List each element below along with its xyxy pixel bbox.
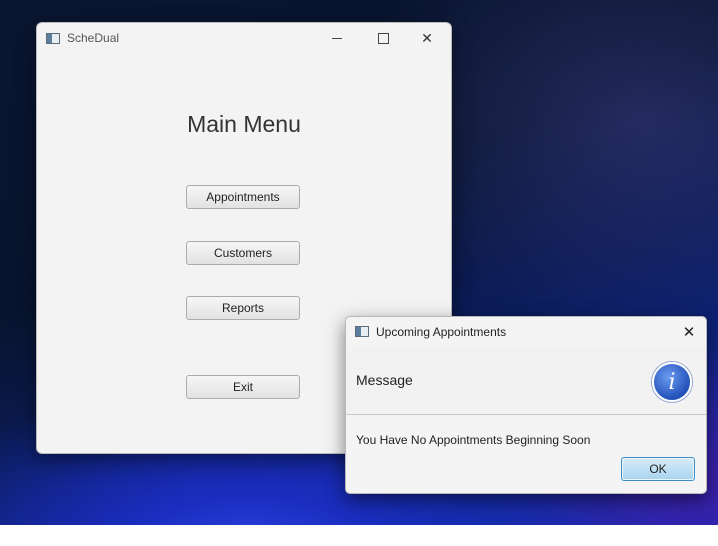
dialog-header: Message i <box>346 346 706 415</box>
close-icon: ✕ <box>682 323 696 341</box>
minimize-icon <box>332 37 342 39</box>
close-button[interactable]: ✕ <box>405 23 449 53</box>
app-icon <box>46 32 60 44</box>
dialog-title: Upcoming Appointments <box>376 324 507 339</box>
maximize-button[interactable] <box>361 23 405 53</box>
reports-button[interactable]: Reports <box>186 296 300 320</box>
ok-button[interactable]: OK <box>621 457 695 481</box>
page-title: Main Menu <box>187 111 301 137</box>
minimize-button[interactable] <box>315 23 359 53</box>
dialog-close-button[interactable]: ✕ <box>674 317 704 346</box>
exit-button[interactable]: Exit <box>186 375 300 399</box>
dialog-header-text: Message <box>356 372 413 388</box>
upcoming-appointments-dialog: Upcoming Appointments ✕ Message i You Ha… <box>345 316 707 494</box>
appointments-button[interactable]: Appointments <box>186 185 300 209</box>
close-icon: ✕ <box>421 29 433 46</box>
main-window-title: ScheDual <box>67 31 120 45</box>
maximize-icon <box>377 32 389 44</box>
customers-button[interactable]: Customers <box>186 241 300 265</box>
dialog-message: You Have No Appointments Beginning Soon <box>356 433 591 447</box>
dialog-titlebar[interactable]: Upcoming Appointments <box>346 317 706 346</box>
dialog-app-icon <box>355 326 369 337</box>
info-icon: i <box>652 362 692 402</box>
